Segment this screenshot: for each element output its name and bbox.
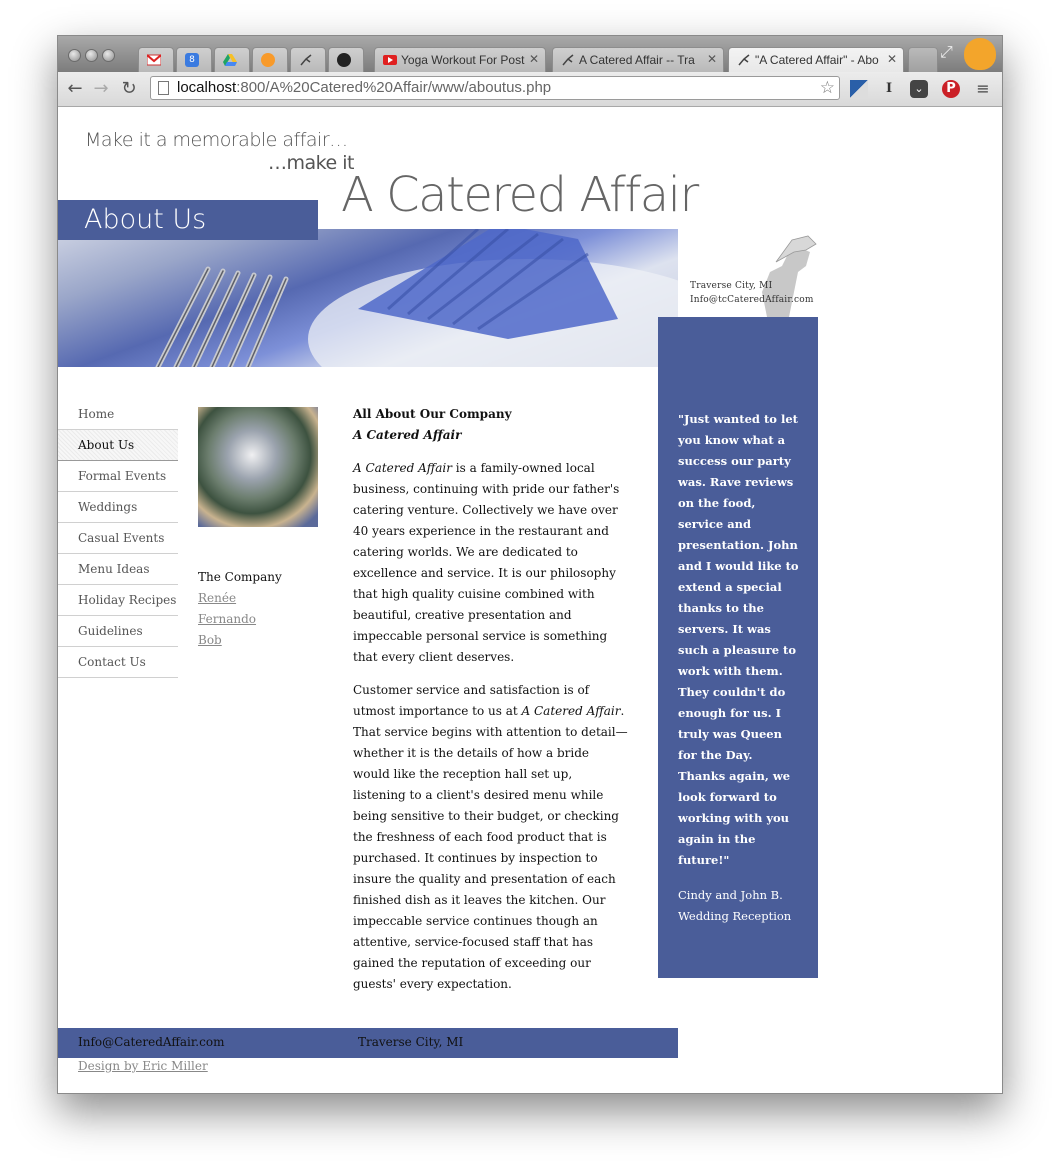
header-location: Traverse City, MI	[690, 281, 773, 291]
tab-strip: 8 Yoga Workout For Post ✕ A Catered Affa…	[58, 36, 1002, 72]
web-page: Make it a memorable affair… …make it A C…	[58, 107, 1002, 1093]
catered-affair-logo-icon	[299, 53, 313, 67]
github-icon	[337, 53, 351, 67]
subnav-heading: The Company	[198, 570, 282, 584]
new-tab-button[interactable]	[908, 47, 938, 72]
content-heading: All About Our Company	[353, 407, 512, 421]
pocket-icon[interactable]: ⌄	[910, 80, 928, 98]
gmail-icon	[146, 53, 162, 67]
tab-calendar[interactable]: 8	[176, 47, 212, 72]
wine-glass-photo	[198, 407, 318, 527]
tagline-line-1: Make it a memorable affair…	[85, 129, 348, 151]
paragraph-2-text: . That service begins with attention to …	[353, 704, 628, 991]
back-icon[interactable]: ←	[64, 78, 86, 100]
site-logo-text[interactable]: A Catered Affair	[341, 167, 699, 223]
address-bar[interactable]: localhost:800/A%20Catered%20Affair/www/a…	[150, 76, 840, 100]
menu-icon[interactable]: ≡	[974, 80, 992, 98]
close-window-button[interactable]	[68, 49, 81, 62]
catered-affair-logo-icon	[561, 53, 575, 67]
url-text: localhost:800/A%20Catered%20Affair/www/a…	[177, 79, 552, 96]
bookmark-star-icon[interactable]: ☆	[820, 77, 835, 99]
close-icon[interactable]: ✕	[887, 52, 897, 66]
nav-item-contact-us[interactable]: Contact Us	[58, 647, 178, 678]
nav-item-home[interactable]: Home	[58, 399, 178, 430]
designer-credit-link[interactable]: Design by Eric Miller	[78, 1059, 208, 1073]
tab-gmail[interactable]	[138, 47, 174, 72]
table-setting-illustration	[155, 229, 678, 367]
testimonial-panel: "Just wanted to let you know what a succ…	[658, 317, 818, 978]
nav-item-casual-events[interactable]: Casual Events	[58, 523, 178, 554]
instapaper-icon[interactable]: I	[880, 80, 898, 98]
michigan-map-icon	[762, 235, 817, 322]
close-icon[interactable]: ✕	[529, 52, 539, 66]
browser-toolbar: ← → ↻ localhost:800/A%20Catered%20Affair…	[58, 72, 1002, 107]
subnav-link-bob[interactable]: Bob	[198, 630, 282, 651]
nav-item-holiday-recipes[interactable]: Holiday Recipes	[58, 585, 178, 616]
cat-avatar-icon[interactable]	[964, 38, 996, 70]
nav-item-about-us[interactable]: About Us	[58, 430, 178, 461]
catered-affair-logo-icon	[737, 53, 751, 67]
content-subheading: A Catered Affair	[353, 428, 462, 442]
close-icon[interactable]: ✕	[707, 52, 717, 66]
page-icon	[158, 81, 169, 95]
company-name-emphasis: A Catered Affair	[353, 461, 452, 475]
nav-item-formal-events[interactable]: Formal Events	[58, 461, 178, 492]
subnav-link-renee[interactable]: Renée	[198, 588, 282, 609]
footer-email[interactable]: Info@CateredAffair.com	[78, 1028, 224, 1056]
tab-title: "A Catered Affair" - Abo	[755, 53, 879, 67]
youtube-icon	[383, 53, 397, 67]
fullscreen-icon[interactable]: ⤢	[940, 42, 953, 62]
header-email[interactable]: Info@tcCateredAffair.com	[690, 293, 814, 307]
tab-title: Yoga Workout For Post	[401, 53, 525, 67]
minimize-window-button[interactable]	[85, 49, 98, 62]
tab-about-us[interactable]: "A Catered Affair" - Abo ✕	[728, 47, 904, 72]
calendar-icon: 8	[185, 53, 199, 67]
tab-drive[interactable]	[214, 47, 250, 72]
nav-item-menu-ideas[interactable]: Menu Ideas	[58, 554, 178, 585]
footer-bar: Info@CateredAffair.com Traverse City, MI	[58, 1028, 678, 1058]
main-content: All About Our Company A Catered Affair A…	[353, 404, 628, 1007]
main-nav: Home About Us Formal Events Weddings Cas…	[58, 399, 178, 678]
orange-app-icon	[261, 53, 275, 67]
tab-catered-traverse[interactable]: A Catered Affair -- Tra ✕	[552, 47, 724, 72]
testimonial-author: Cindy and John B. Wedding Reception	[678, 885, 800, 927]
subnav-link-fernando[interactable]: Fernando	[198, 609, 282, 630]
testimonial-quote: "Just wanted to let you know what a succ…	[678, 412, 799, 867]
nav-item-weddings[interactable]: Weddings	[58, 492, 178, 523]
company-subnav: The Company Renée Fernando Bob	[198, 567, 282, 651]
paragraph-1: A Catered Affair is a family-owned local…	[353, 458, 628, 668]
testimonial-event: Wedding Reception	[678, 909, 792, 923]
tab-youtube[interactable]: Yoga Workout For Post ✕	[374, 47, 546, 72]
drive-icon	[223, 53, 237, 67]
pinterest-icon[interactable]: P	[942, 80, 960, 98]
tab-github[interactable]	[328, 47, 364, 72]
paragraph-2: Customer service and satisfaction is of …	[353, 680, 628, 995]
zoom-window-button[interactable]	[102, 49, 115, 62]
forward-icon[interactable]: →	[90, 78, 112, 100]
company-name-emphasis: A Catered Affair	[521, 704, 621, 718]
nav-item-guidelines[interactable]: Guidelines	[58, 616, 178, 647]
tab-title: A Catered Affair -- Tra	[579, 53, 695, 67]
header-contact: Traverse City, MI Info@tcCateredAffair.c…	[690, 279, 814, 307]
tab-orange-app[interactable]	[252, 47, 288, 72]
tab-catered-local[interactable]	[290, 47, 326, 72]
reload-icon[interactable]: ↻	[118, 78, 140, 100]
page-title: About Us	[58, 200, 318, 240]
testimonial-author-name: Cindy and John B.	[678, 888, 783, 902]
banner-image	[58, 229, 678, 367]
extension-grid-icon[interactable]	[850, 80, 868, 98]
browser-window: 8 Yoga Workout For Post ✕ A Catered Affa…	[57, 35, 1003, 1094]
paragraph-1-text: is a family-owned local business, contin…	[353, 461, 620, 664]
footer-city: Traverse City, MI	[358, 1035, 464, 1049]
